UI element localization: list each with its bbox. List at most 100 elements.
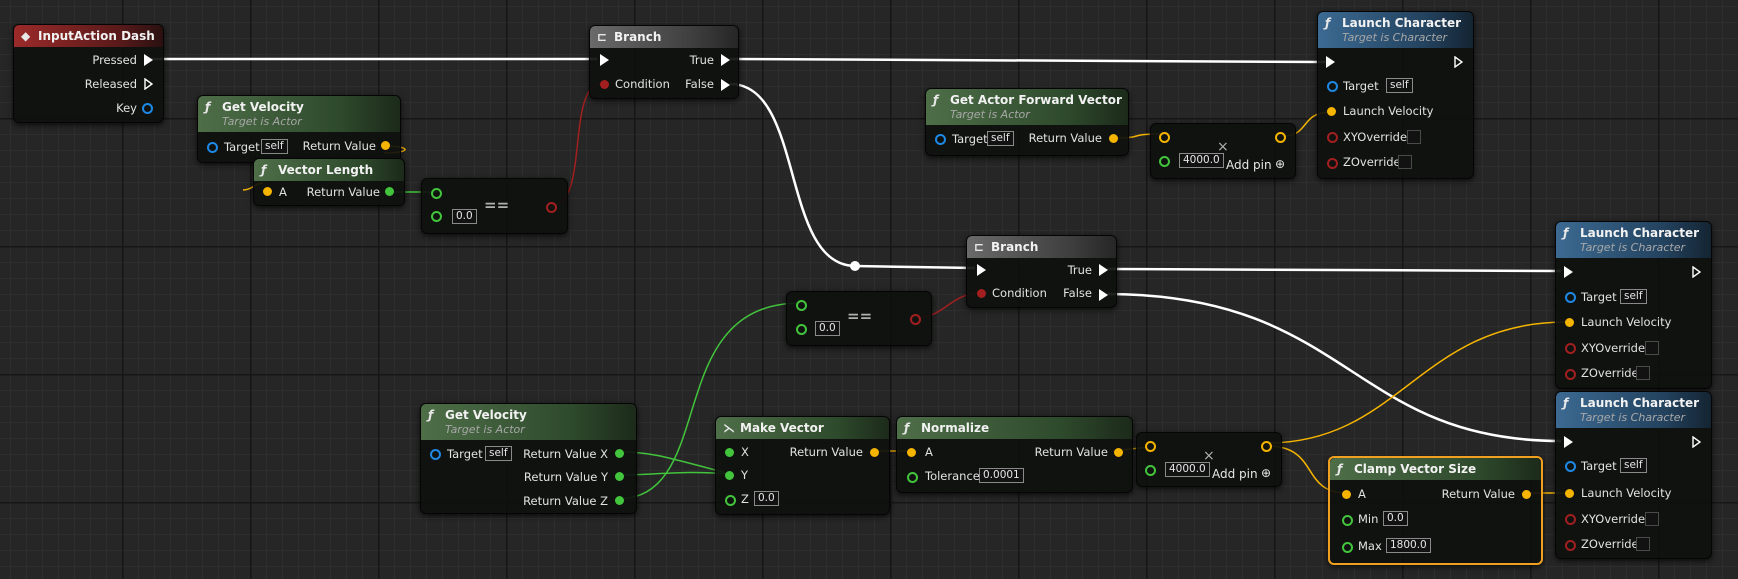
launch-character-node[interactable]: ƒ Launch Character Target is Character T… bbox=[1555, 221, 1712, 389]
xy-override-checkbox[interactable] bbox=[1645, 512, 1659, 526]
z-override-pin-icon[interactable] bbox=[1565, 540, 1576, 551]
multiply-node[interactable]: 4000.0 × Add pin ⊕ bbox=[1150, 123, 1296, 179]
exec-out-pin-icon[interactable] bbox=[1692, 436, 1701, 448]
exec-out-pin-icon[interactable] bbox=[1454, 56, 1463, 68]
exec-pin-icon[interactable] bbox=[144, 78, 153, 90]
y-pin-icon[interactable] bbox=[725, 471, 734, 480]
exec-in-pin-icon[interactable] bbox=[1564, 436, 1573, 448]
max-pin-icon[interactable] bbox=[1342, 542, 1353, 553]
min-pin-icon[interactable] bbox=[1342, 515, 1353, 526]
max-value[interactable]: 1800.0 bbox=[1386, 538, 1431, 553]
b-pin-icon[interactable] bbox=[431, 211, 442, 222]
z-override-checkbox[interactable] bbox=[1398, 155, 1412, 169]
exec-in-pin-icon[interactable] bbox=[1564, 266, 1573, 278]
launch-velocity-pin-icon[interactable] bbox=[1565, 489, 1574, 498]
a-pin-icon[interactable] bbox=[1342, 490, 1351, 499]
target-pin-icon[interactable] bbox=[1565, 292, 1576, 303]
x-pin-icon[interactable] bbox=[725, 448, 734, 457]
target-pin-icon[interactable] bbox=[1565, 461, 1576, 472]
exec-out-pin-icon[interactable] bbox=[1692, 266, 1701, 278]
b-pin-icon[interactable] bbox=[796, 324, 807, 335]
xy-override-checkbox[interactable] bbox=[1645, 341, 1659, 355]
a-pin-icon[interactable] bbox=[1145, 441, 1156, 452]
exec-in-pin-icon[interactable] bbox=[600, 54, 609, 66]
make-vector-node[interactable]: ⋋ Make Vector X Return Value Y Z 0.0 bbox=[715, 416, 890, 515]
b-pin-icon[interactable] bbox=[1145, 465, 1156, 476]
multiply-node[interactable]: 4000.0 × Add pin ⊕ bbox=[1136, 432, 1282, 487]
z-value[interactable]: 0.0 bbox=[754, 491, 779, 506]
z-override-checkbox[interactable] bbox=[1636, 366, 1650, 380]
a-pin-icon[interactable] bbox=[263, 187, 272, 196]
target-value[interactable]: self bbox=[987, 131, 1014, 146]
return-value-pin-icon[interactable] bbox=[870, 448, 879, 457]
b-pin-icon[interactable] bbox=[1159, 156, 1170, 167]
a-pin-icon[interactable] bbox=[796, 300, 807, 311]
xy-override-checkbox[interactable] bbox=[1407, 130, 1421, 144]
a-pin-icon[interactable] bbox=[431, 188, 442, 199]
launch-velocity-pin-icon[interactable] bbox=[1327, 107, 1336, 116]
input-action-dash-node[interactable]: ◆ InputAction Dash Pressed Released Key bbox=[13, 24, 164, 123]
exec-true-pin-icon[interactable] bbox=[1099, 264, 1108, 276]
vector-length-node[interactable]: ƒ Vector Length A Return Value bbox=[253, 158, 405, 206]
return-value-pin-icon[interactable] bbox=[1261, 441, 1272, 452]
tolerance-pin-icon[interactable] bbox=[907, 472, 918, 483]
target-value[interactable]: self bbox=[1620, 458, 1647, 473]
return-value-pin-icon[interactable] bbox=[1109, 134, 1118, 143]
return-value-pin-icon[interactable] bbox=[546, 202, 557, 213]
exec-pin-icon[interactable] bbox=[144, 54, 153, 66]
b-value[interactable]: 4000.0 bbox=[1179, 153, 1224, 168]
equal-node[interactable]: 0.0 == bbox=[786, 291, 932, 346]
add-pin-button[interactable]: Add pin bbox=[1212, 467, 1258, 481]
xy-override-pin-icon[interactable] bbox=[1565, 514, 1576, 525]
add-pin-plus-icon[interactable]: ⊕ bbox=[1261, 466, 1271, 480]
branch-node[interactable]: ⊏ Branch True Condition False bbox=[589, 25, 739, 99]
get-velocity-node[interactable]: ƒ Get Velocity Target is Actor Target se… bbox=[420, 403, 637, 514]
z-override-checkbox[interactable] bbox=[1636, 537, 1650, 551]
target-value[interactable]: self bbox=[1386, 78, 1413, 93]
tolerance-value[interactable]: 0.0001 bbox=[979, 468, 1024, 483]
return-value-pin-icon[interactable] bbox=[910, 314, 921, 325]
a-pin-icon[interactable] bbox=[1159, 132, 1170, 143]
return-value-z-pin-icon[interactable] bbox=[615, 496, 624, 505]
target-pin-icon[interactable] bbox=[207, 142, 218, 153]
min-value[interactable]: 0.0 bbox=[1383, 511, 1408, 526]
launch-character-node[interactable]: ƒ Launch Character Target is Character T… bbox=[1555, 391, 1712, 559]
target-pin-icon[interactable] bbox=[430, 449, 441, 460]
launch-character-node[interactable]: ƒ Launch Character Target is Character T… bbox=[1317, 11, 1474, 179]
condition-pin-icon[interactable] bbox=[600, 80, 609, 89]
key-pin-icon[interactable] bbox=[142, 103, 153, 114]
exec-false-pin-icon[interactable] bbox=[721, 79, 730, 91]
return-value-pin-icon[interactable] bbox=[381, 141, 390, 150]
target-pin-icon[interactable] bbox=[935, 134, 946, 145]
condition-pin-icon[interactable] bbox=[977, 289, 986, 298]
normalize-node[interactable]: ƒ Normalize A Return Value Tolerance 0.0… bbox=[896, 416, 1133, 493]
exec-in-pin-icon[interactable] bbox=[1326, 56, 1335, 68]
target-value[interactable]: self bbox=[485, 446, 512, 461]
launch-velocity-pin-icon[interactable] bbox=[1565, 318, 1574, 327]
target-value[interactable]: self bbox=[261, 139, 288, 154]
target-value[interactable]: self bbox=[1620, 289, 1647, 304]
add-pin-button[interactable]: Add pin bbox=[1226, 158, 1272, 172]
target-pin-icon[interactable] bbox=[1327, 81, 1338, 92]
exec-false-pin-icon[interactable] bbox=[1099, 289, 1108, 301]
b-value[interactable]: 4000.0 bbox=[1165, 462, 1210, 477]
a-pin-icon[interactable] bbox=[907, 448, 916, 457]
add-pin-plus-icon[interactable]: ⊕ bbox=[1275, 157, 1285, 171]
b-value[interactable]: 0.0 bbox=[452, 209, 477, 224]
z-override-pin-icon[interactable] bbox=[1327, 158, 1338, 169]
return-value-y-pin-icon[interactable] bbox=[615, 472, 624, 481]
exec-true-pin-icon[interactable] bbox=[721, 54, 730, 66]
get-velocity-node[interactable]: ƒ Get Velocity Target is Actor Target se… bbox=[197, 95, 401, 163]
return-value-x-pin-icon[interactable] bbox=[615, 449, 624, 458]
exec-in-pin-icon[interactable] bbox=[977, 264, 986, 276]
xy-override-pin-icon[interactable] bbox=[1565, 343, 1576, 354]
b-value[interactable]: 0.0 bbox=[815, 321, 840, 336]
return-value-pin-icon[interactable] bbox=[1522, 490, 1531, 499]
xy-override-pin-icon[interactable] bbox=[1327, 132, 1338, 143]
clamp-vector-size-node[interactable]: ƒ Clamp Vector Size A Return Value Min 0… bbox=[1328, 456, 1543, 565]
return-value-pin-icon[interactable] bbox=[1275, 132, 1286, 143]
z-override-pin-icon[interactable] bbox=[1565, 369, 1576, 380]
branch-node[interactable]: ⊏ Branch True Condition False bbox=[966, 235, 1117, 308]
z-pin-icon[interactable] bbox=[725, 495, 736, 506]
get-actor-forward-vector-node[interactable]: ƒ Get Actor Forward Vector Target is Act… bbox=[925, 88, 1129, 156]
